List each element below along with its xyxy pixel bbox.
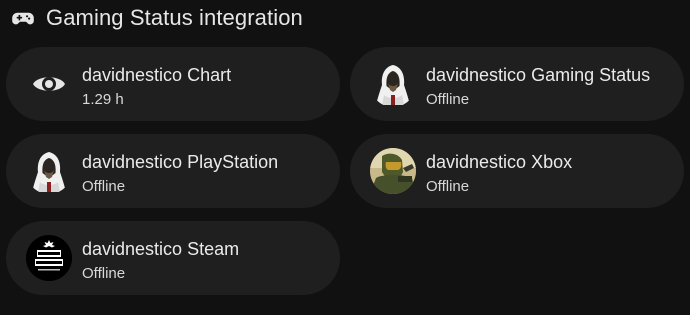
entity-state: Offline — [82, 265, 126, 282]
entity-card-chart[interactable]: davidnestico Chart 1.29 h — [6, 47, 340, 121]
entity-name: davidnestico Steam — [82, 239, 240, 259]
entity-state: Offline — [426, 178, 470, 195]
entity-name: davidnestico Chart — [82, 65, 232, 85]
david-nestico-logo-avatar — [26, 235, 72, 281]
entity-card-steam[interactable]: davidnestico Steam Offline — [6, 221, 340, 295]
entity-state: Offline — [426, 91, 470, 108]
entity-card-xbox[interactable]: davidnestico Xbox Offline — [350, 134, 684, 208]
gamepad-icon — [12, 12, 34, 25]
entity-card-playstation[interactable]: davidnestico PlayStation Offline — [6, 134, 340, 208]
entity-name: davidnestico PlayStation — [82, 152, 279, 172]
entity-state: Offline — [82, 178, 126, 195]
entity-card-gaming-status[interactable]: davidnestico Gaming Status Offline — [350, 47, 684, 121]
eye-icon — [26, 61, 72, 107]
page-title: Gaming Status integration — [46, 5, 303, 30]
entity-name: davidnestico Xbox — [426, 152, 573, 172]
section-header: Gaming Status integration — [0, 0, 690, 40]
hooded-avatar-icon — [26, 148, 72, 194]
entity-name: davidnestico Gaming Status — [426, 65, 651, 85]
soldier-avatar-icon — [370, 148, 416, 194]
hooded-avatar-icon — [370, 61, 416, 107]
entity-state: 1.29 h — [82, 91, 124, 108]
